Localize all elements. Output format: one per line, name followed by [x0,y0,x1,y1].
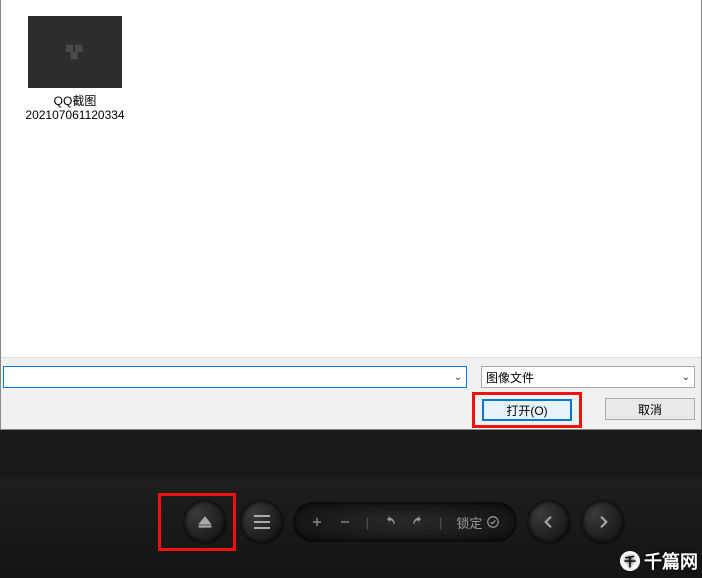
watermark-text: 千篇网 [644,548,698,574]
redo-icon [411,515,425,529]
cancel-button[interactable]: 取消 [605,398,695,420]
chevron-right-icon [595,514,611,530]
watermark-logo-icon: 千 [620,551,640,571]
lock-toggle[interactable]: 锁定 [456,513,500,532]
undo-button[interactable] [383,515,397,529]
chevron-down-icon: ⌄ [682,372,690,383]
filename-input[interactable] [3,366,467,388]
image-placeholder-icon [64,41,86,63]
file-thumbnail [28,16,122,88]
highlight-open-button: 打开(O) [472,392,582,428]
chevron-left-icon [541,514,557,530]
eject-icon [196,513,214,531]
zoom-in-button[interactable] [310,515,324,529]
menu-button[interactable] [241,501,283,543]
file-item[interactable]: QQ截图 202107061120334 [25,16,125,122]
redo-button[interactable] [411,515,425,529]
file-list-area[interactable]: QQ截图 202107061120334 [1,0,701,356]
eject-button[interactable] [184,501,226,543]
plus-icon [310,515,324,529]
minus-icon [338,515,352,529]
check-circle-icon [486,515,500,529]
lock-label: 锁定 [456,513,482,532]
track-toolbar: | | 锁定 [293,502,517,542]
undo-icon [383,515,397,529]
previous-button[interactable] [528,501,570,543]
separator: | [366,515,369,530]
next-button[interactable] [582,501,624,543]
player-control-bar: | | 锁定 千 千篇网 [0,478,702,578]
file-name-line2: 202107061120334 [25,108,125,122]
file-name-line1: QQ截图 [25,94,125,108]
watermark: 千 千篇网 [620,548,698,574]
cancel-button-label: 取消 [638,401,662,418]
filetype-label: 图像文件 [486,369,534,386]
zoom-out-button[interactable] [338,515,352,529]
open-button[interactable]: 打开(O) [482,399,572,421]
dialog-bottom-bar: ⌄ 图像文件 ⌄ 打开(O) 取消 [1,357,701,429]
open-button-label: 打开(O) [506,402,547,419]
separator: | [439,515,442,530]
open-file-dialog: QQ截图 202107061120334 ⌄ 图像文件 ⌄ 打开(O) 取消 [0,0,702,430]
menu-icon [254,515,270,529]
filetype-select[interactable]: 图像文件 ⌄ [481,366,695,388]
